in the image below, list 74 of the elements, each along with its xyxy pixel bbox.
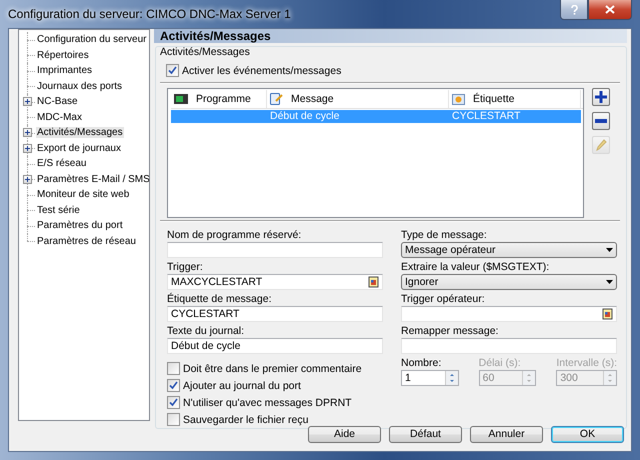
field-label: Délai (s): (478, 357, 522, 370)
note-pencil-icon (270, 93, 283, 105)
tree-item[interactable]: Activités/Messages (36, 127, 124, 138)
checkbox[interactable] (167, 396, 180, 409)
tree-item[interactable]: Test série (36, 204, 81, 216)
dropdown[interactable]: Message opérateur (401, 242, 617, 258)
field-label: Trigger: (167, 261, 204, 274)
field-label: Texte du journal: (167, 325, 246, 338)
checkbox-label: Doit être dans le premier commentaire (183, 362, 362, 374)
checkbox[interactable] (167, 379, 180, 392)
monitor-icon (174, 94, 188, 104)
dropdown-arrow-icon[interactable] (606, 280, 613, 284)
tree-item[interactable]: NC-Base (36, 96, 79, 108)
column-header[interactable]: Étiquette (449, 90, 581, 108)
input-field[interactable]: MAXCYCLESTART (167, 274, 383, 290)
close-icon (605, 5, 615, 14)
tree-item[interactable]: Configuration du serveur (36, 34, 148, 46)
tree-item[interactable]: Répertoires (36, 50, 90, 61)
dropdown-arrow-icon[interactable] (606, 248, 613, 252)
checkbox[interactable] (166, 64, 179, 77)
dialog-button[interactable]: Annuler (470, 426, 543, 442)
checkbox[interactable] (167, 362, 180, 375)
tree-item[interactable]: Paramètres de réseau (36, 236, 137, 247)
tree-item[interactable]: Moniteur de site web (36, 189, 130, 200)
help-icon (570, 4, 578, 14)
field-label: Remapper message: (401, 325, 500, 338)
remove-button[interactable] (592, 112, 610, 130)
tree-item[interactable]: MDC-Max (36, 112, 83, 123)
document-icon[interactable] (602, 308, 613, 320)
checkbox-label: Ajouter au journal du port (183, 380, 301, 392)
checkbox[interactable] (167, 413, 180, 426)
plus-icon (595, 91, 607, 103)
number-field[interactable]: 1 (401, 370, 459, 386)
field-label: Intervalle (s): (556, 357, 617, 370)
column-header[interactable]: Programme (171, 90, 267, 108)
group-label: Activités/Messages (160, 46, 251, 58)
close-button[interactable] (588, 0, 632, 20)
tree-item[interactable]: Paramètres du port (36, 220, 124, 232)
input-field[interactable] (167, 242, 383, 258)
window-title: Configuration du serveur: CIMCO DNC-Max Server 1 (8, 7, 291, 21)
checkbox-label: Activer les événements/messages (182, 64, 342, 76)
expand-icon[interactable] (23, 144, 32, 152)
add-button[interactable] (592, 88, 610, 106)
field-label: Extraire la valeur ($MSGTEXT): (401, 261, 550, 274)
tree-item[interactable]: Imprimantes (36, 65, 94, 76)
expand-icon[interactable] (23, 174, 32, 184)
field-label: Nom de programme réservé: (167, 229, 302, 242)
panel-title: Activités/Messages (160, 29, 271, 43)
minus-icon (595, 119, 607, 123)
checkbox-label: Sauvegarder le fichier reçu (183, 414, 308, 426)
input-field[interactable]: CYCLESTART (167, 306, 383, 322)
input-field[interactable]: Début de cycle (167, 338, 383, 354)
tree-item[interactable]: Export de journaux (36, 142, 122, 154)
checkbox-label: N'utiliser qu'avec messages DPRNT (183, 396, 352, 408)
dialog-button[interactable]: Défaut (389, 426, 462, 442)
document-icon[interactable] (368, 276, 379, 288)
column-header[interactable]: Message (267, 90, 449, 108)
dropdown[interactable]: Ignorer (401, 274, 617, 290)
tree-item[interactable]: Journaux des ports (36, 80, 124, 92)
field-label: Trigger opérateur: (401, 293, 486, 306)
dialog-button[interactable]: OK (551, 426, 624, 442)
tree-item[interactable]: Paramètres E-Mail / SMS (36, 174, 149, 185)
input-field[interactable] (401, 338, 617, 354)
field-label: Nombre: (401, 357, 442, 370)
input-field[interactable] (401, 306, 617, 322)
tree-item[interactable]: E/S réseau (36, 158, 88, 170)
field-label: Type de message: (401, 229, 488, 242)
dialog-button[interactable]: Aide (308, 426, 381, 442)
field-label: Étiquette de message: (167, 293, 272, 306)
label-icon (452, 94, 465, 104)
expand-icon[interactable] (23, 97, 32, 106)
help-button[interactable] (560, 0, 588, 20)
expand-icon[interactable] (23, 128, 32, 137)
pencil-icon (595, 139, 607, 151)
